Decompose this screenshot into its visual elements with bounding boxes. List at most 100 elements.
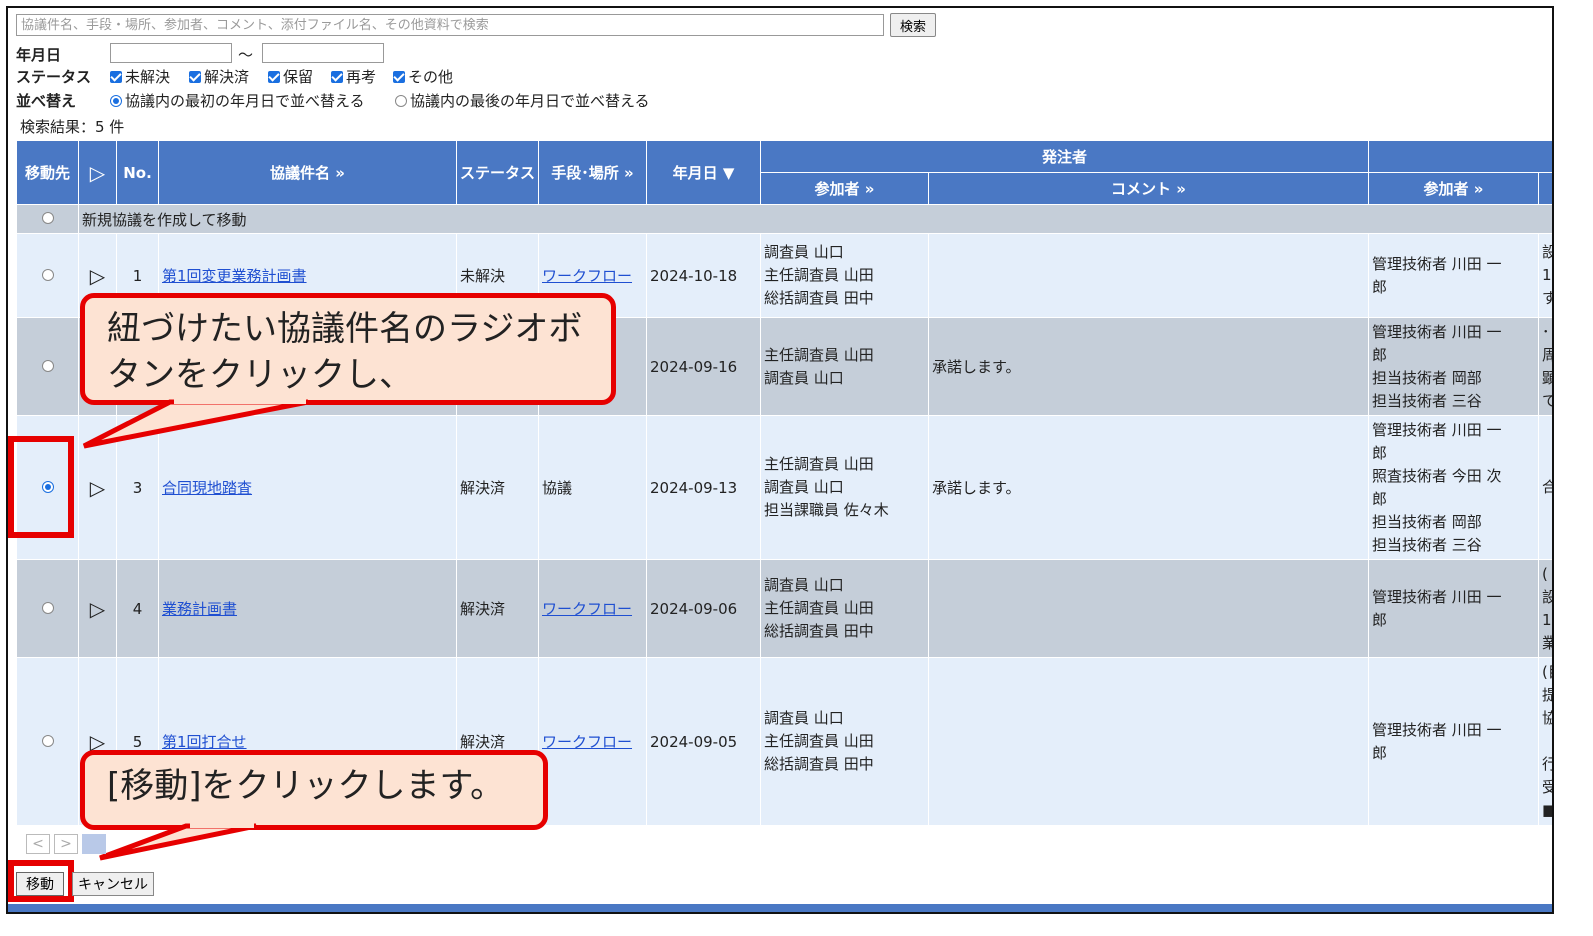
- row-means: 協議: [538, 415, 647, 560]
- participant-name: 担当技術者 三谷: [1372, 535, 1482, 554]
- search-button[interactable]: 検索: [890, 13, 936, 37]
- checkbox-checked-icon: [331, 70, 343, 83]
- row-radio-button[interactable]: [41, 359, 54, 372]
- col-header-means[interactable]: 手段･場所 »: [538, 140, 647, 205]
- extra-line: 行: [1542, 753, 1552, 776]
- status-checkbox-reconsider[interactable]: 再考: [331, 66, 376, 87]
- participant-name: 総括調査員 田中: [764, 289, 874, 307]
- row-extra-text: 合: [1538, 415, 1552, 560]
- col-header-no: No.: [116, 140, 159, 205]
- participant-name: 郎: [1372, 345, 1388, 364]
- highlight-selected-radio: [8, 436, 74, 538]
- row-radio-button[interactable]: [41, 268, 54, 281]
- sort-radio-last-date[interactable]: 協議内の最後の年月日で並べ替える: [395, 90, 650, 111]
- row-means-cell: ワークフロー: [538, 657, 647, 826]
- row-extra-text: (目提協行受■: [1538, 657, 1552, 826]
- row-title-link[interactable]: 合同現地踏査: [162, 479, 252, 497]
- extra-line: 業: [1542, 632, 1552, 655]
- participant-name: 郎: [1372, 610, 1388, 629]
- participant-name: 郎: [1372, 743, 1388, 762]
- status-label: ステータス: [16, 68, 92, 86]
- row-title-link[interactable]: 業務計画書: [162, 600, 237, 618]
- col-header-orderer-participants[interactable]: 参加者 »: [760, 172, 929, 205]
- date-from-input[interactable]: [110, 43, 232, 63]
- new-row-label: 新規協議を作成して移動: [77, 204, 1552, 234]
- row-title-link[interactable]: 第1回打合せ: [162, 733, 247, 751]
- row-means-link[interactable]: ワークフロー: [542, 733, 632, 751]
- participant-name: 管理技術者 川田 一: [1372, 322, 1502, 341]
- participant-name: 主任調査員 山田: [764, 732, 874, 750]
- checkbox-checked-icon: [393, 70, 405, 83]
- participant-name: 調査員 山口: [764, 243, 844, 261]
- row-radio-cell[interactable]: [16, 559, 79, 658]
- participant-name: 総括調査員 田中: [764, 755, 874, 773]
- pager: < >: [26, 834, 106, 854]
- bottom-bar: [8, 904, 1552, 912]
- search-input[interactable]: [16, 14, 884, 36]
- row-title-cell: 業務計画書: [158, 559, 457, 658]
- extra-line: (目: [1542, 663, 1552, 681]
- col-header-contractor-participants[interactable]: 参加者 »: [1368, 172, 1540, 205]
- row-radio-cell[interactable]: [16, 657, 79, 826]
- row-extra-text: ･ 周顕て: [1538, 317, 1552, 416]
- cancel-button[interactable]: キャンセル: [72, 872, 154, 896]
- radio-selected-icon: [110, 94, 122, 107]
- col-header-date[interactable]: 年月日 ▼: [646, 140, 761, 205]
- participant-name: 主任調査員 山田: [764, 345, 874, 364]
- play-icon[interactable]: ▷: [78, 559, 117, 658]
- date-label: 年月日: [16, 46, 62, 64]
- participant-name: 担当技術者 岡部: [1372, 512, 1482, 531]
- participant-name: 郎: [1372, 277, 1388, 296]
- date-separator: ～: [238, 46, 254, 64]
- pager-current-page[interactable]: [82, 834, 106, 854]
- extra-line: 設: [1542, 241, 1552, 264]
- row-means-link[interactable]: ワークフロー: [542, 267, 632, 285]
- radio-icon: [395, 94, 407, 107]
- extra-line: ■: [1542, 799, 1552, 822]
- row-orderer-participants: 調査員 山口 主任調査員 山田 総括調査員 田中: [760, 657, 929, 826]
- col-header-extra: [1538, 172, 1552, 205]
- status-checkbox-onhold[interactable]: 保留: [268, 66, 313, 87]
- row-radio-button[interactable]: [41, 601, 54, 614]
- row-status: 解決済: [456, 415, 539, 560]
- participant-name: 主任調査員 山田: [764, 599, 874, 617]
- extra-line: 提: [1542, 684, 1552, 707]
- date-to-input[interactable]: [262, 43, 384, 63]
- sort-label: 並べ替え: [16, 92, 77, 110]
- pager-next-button[interactable]: >: [54, 834, 78, 854]
- checkbox-checked-icon: [110, 70, 122, 83]
- row-radio-cell[interactable]: [16, 233, 79, 318]
- table-row[interactable]: ▷ 4 業務計画書 解決済 ワークフロー 2024-09-06 調査員 山口 主任調査員 山田…: [16, 559, 1552, 658]
- new-row-radio-cell[interactable]: [16, 204, 79, 234]
- row-extra-text: 設 1[す: [1538, 233, 1552, 318]
- participant-name: 調査員 山口: [764, 576, 844, 594]
- participant-name: 担当課職員 佐々木: [764, 501, 889, 519]
- consultation-table: 移動先 ▷ No. 協議件名 » ステータス 手段･場所 » 年月日 ▼ 発注者…: [16, 140, 1552, 826]
- row-radio-cell[interactable]: [16, 317, 79, 416]
- sort-radio-first-date[interactable]: 協議内の最初の年月日で並べ替える: [110, 90, 365, 111]
- extra-line: 1[: [1542, 610, 1552, 629]
- row-means-cell: ワークフロー: [538, 559, 647, 658]
- row-radio-button[interactable]: [41, 734, 54, 747]
- instruction-callout-radio: 紐づけたい協議件名のラジオボタンをクリックし、: [80, 293, 616, 405]
- row-contractor-participants: 管理技術者 川田 一郎: [1368, 559, 1540, 658]
- col-header-title[interactable]: 協議件名 »: [158, 140, 457, 205]
- radio-icon[interactable]: [41, 212, 54, 224]
- participant-name: 管理技術者 川田 一: [1372, 587, 1502, 606]
- status-checkbox-other[interactable]: その他: [393, 66, 453, 87]
- extra-line: 合: [1542, 476, 1552, 499]
- participant-name: 照査技術者 今田 次: [1372, 466, 1502, 485]
- status-checkbox-resolved[interactable]: 解決済: [189, 66, 249, 87]
- status-checkbox-unresolved[interactable]: 未解決: [110, 66, 170, 87]
- participant-name: 調査員 山口: [764, 478, 844, 496]
- col-group-contractor: [1368, 140, 1552, 173]
- pager-prev-button[interactable]: <: [26, 834, 50, 854]
- row-date: 2024-09-16: [646, 317, 761, 416]
- new-consultation-row[interactable]: 新規協議を作成して移動: [16, 204, 1552, 234]
- col-group-orderer: 発注者: [759, 140, 1370, 173]
- row-status: 解決済: [456, 559, 539, 658]
- row-means-link[interactable]: ワークフロー: [542, 600, 632, 618]
- extra-line: 設: [1542, 586, 1552, 609]
- row-title-link[interactable]: 第1回変更業務計画書: [162, 267, 307, 285]
- col-header-comment[interactable]: コメント »: [927, 172, 1370, 205]
